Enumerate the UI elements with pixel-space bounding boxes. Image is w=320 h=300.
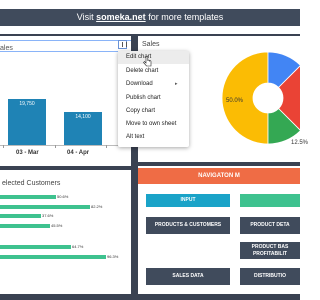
x-tick-label: 04 - Apr — [67, 150, 90, 156]
x-tick — [106, 145, 107, 148]
x-tick-label: 03 - Mar — [16, 150, 39, 156]
banner-prefix: Visit — [76, 12, 94, 22]
x-tick — [3, 145, 4, 148]
nav-product-profitability-button[interactable]: PRODUCT BAS PROFITABILIT — [240, 242, 300, 259]
customer-bar — [0, 245, 71, 249]
customer-bar-label: 64.7% — [72, 244, 84, 249]
hand-cursor-icon — [143, 56, 152, 67]
bar-label: 14,100 — [75, 114, 91, 120]
chart-context-menu: Edit chart Delete chart Download ▸ Publi… — [118, 51, 189, 147]
menu-item-alt-text[interactable]: Alt text — [126, 134, 144, 140]
nav-header: NAVIGATON M — [138, 168, 300, 184]
nav-products-customers-button[interactable]: PRODUCTS & CUSTOMERS — [146, 217, 230, 234]
customer-bar-label: 37.6% — [42, 213, 54, 218]
menu-item-download[interactable]: Download — [126, 81, 153, 87]
customer-bar-label: 82.2% — [91, 204, 103, 209]
bar-mar: 19,750 — [8, 99, 46, 145]
sales-bar-chart[interactable]: ales 19,750 14,100 03 - Mar 04 - Apr — [0, 36, 131, 166]
banner-link[interactable]: someka.net — [96, 12, 146, 22]
customer-bar — [0, 214, 41, 218]
menu-item-delete-chart[interactable]: Delete chart — [126, 68, 158, 74]
customer-bar — [0, 205, 90, 209]
customer-bar-label: 50.6% — [57, 194, 69, 199]
nav-sales-data-button[interactable]: SALES DATA — [146, 268, 230, 285]
banner-bar: Visit someka.net for more templates — [0, 9, 300, 26]
chart-title: ales — [0, 45, 13, 52]
nav-product-details-button[interactable]: PRODUCT DETA — [240, 217, 300, 234]
customer-bar — [0, 255, 106, 259]
banner-suffix: for more templates — [148, 12, 224, 22]
customer-bar-label: 96.3% — [107, 254, 119, 259]
nav-extra-button[interactable] — [240, 194, 300, 207]
customer-bar-label: 45.5% — [51, 223, 63, 228]
bar-apr: 14,100 — [64, 112, 102, 145]
chart-title: elected Customers — [2, 180, 61, 187]
bar-label: 19,750 — [19, 101, 35, 107]
slice-label: 50.0% — [226, 98, 244, 104]
x-tick — [55, 145, 56, 148]
selected-customers-chart[interactable]: elected Customers 50.6% 82.2% 37.6% 45.5% 64… — [0, 170, 131, 294]
nav-distribution-button[interactable]: DISTRIBUTIO — [240, 268, 300, 285]
menu-item-move-to-own-sheet[interactable]: Move to own sheet — [126, 121, 176, 127]
customer-bar — [0, 195, 56, 199]
customer-bar — [0, 224, 50, 228]
x-axis — [0, 145, 131, 146]
submenu-arrow-icon: ▸ — [175, 81, 178, 87]
slice-label: 12.5% — [291, 140, 309, 146]
chart-selection-outline — [0, 40, 131, 52]
nav-input-button[interactable]: INPUT — [146, 194, 230, 207]
menu-item-publish-chart[interactable]: Publish chart — [126, 95, 161, 101]
chart-menu-icon[interactable] — [118, 40, 127, 49]
navigation-panel: NAVIGATON M INPUT PRODUCTS & CUSTOMERS P… — [138, 166, 300, 294]
menu-item-copy-chart[interactable]: Copy chart — [126, 108, 155, 114]
top-banner: Visit someka.net for more templates — [0, 0, 300, 34]
